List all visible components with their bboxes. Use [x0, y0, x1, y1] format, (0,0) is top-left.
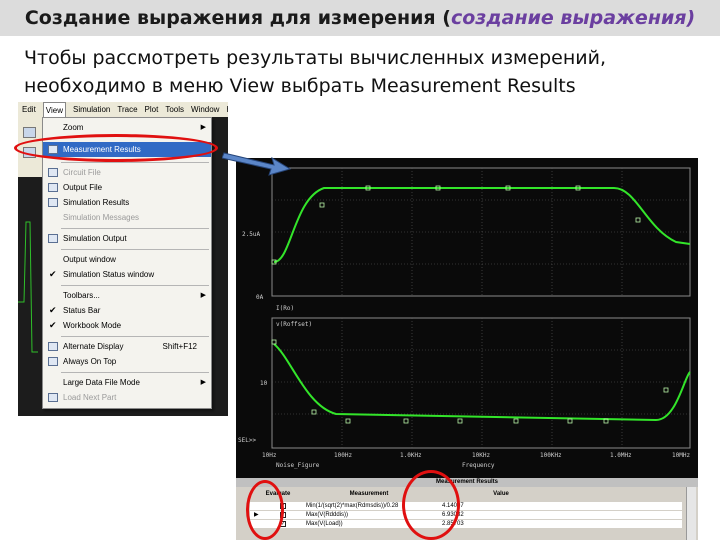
- x-axis-label: Frequency: [462, 462, 495, 469]
- x-tick-label: 10Hz: [262, 452, 277, 459]
- slide-title-main: Создание выражения для измерения (: [24, 7, 451, 29]
- top-trace-legend: I(Ro): [276, 305, 294, 312]
- bottom-plot-frame: [271, 317, 691, 449]
- alternate-display-icon: [48, 342, 58, 351]
- load-next-part-icon: [48, 393, 58, 402]
- simulation-output-icon: [48, 234, 58, 243]
- menu-item-simulation-output[interactable]: Simulation Output: [43, 231, 211, 246]
- menu-item-workbook-mode[interactable]: ✔ Workbook Mode: [43, 318, 211, 333]
- menu-item-output-file[interactable]: Output File: [43, 180, 211, 195]
- menu-item-output-window[interactable]: Output window: [43, 252, 211, 267]
- slide-title: Создание выражения для измерения (создан…: [0, 0, 720, 36]
- menu-item-toolbars[interactable]: Toolbars... ▶: [43, 288, 211, 303]
- body-line-1: Чтобы рассмотреть результаты вычисленных…: [24, 47, 606, 69]
- top-y-label: 2.5uA: [242, 231, 260, 238]
- body-line-2: необходимо в меню View выбрать Measureme…: [24, 75, 576, 97]
- x-tick-label: 10KHz: [472, 452, 490, 459]
- measurement-row[interactable]: ✓ Max(V(Load)) 2.85703: [250, 520, 682, 528]
- x-tick-label: 100Hz: [334, 452, 352, 459]
- menu-item-zoom[interactable]: Zoom ▶: [43, 120, 211, 135]
- highlight-ellipse-values: [402, 470, 460, 540]
- highlight-ellipse-evaluate: [246, 480, 284, 540]
- pointer-arrow-icon: [222, 152, 292, 176]
- shortcut-label: Shift+F12: [162, 342, 197, 351]
- menu-item-alternate-display[interactable]: Alternate Display Shift+F12: [43, 339, 211, 354]
- measurement-window-title: Measurement Results: [236, 478, 698, 487]
- bottom-trace-legend: Noise_Figure: [276, 462, 320, 469]
- menu-item-always-on-top[interactable]: Always On Top: [43, 354, 211, 369]
- x-tick-label: 100KHz: [540, 452, 562, 459]
- menu-item-status-bar[interactable]: ✔ Status Bar: [43, 303, 211, 318]
- bottom-plot-grid: [272, 318, 690, 448]
- bottom-trace-markers: [271, 339, 669, 424]
- menu-separator: [61, 249, 209, 250]
- scrollbar[interactable]: [686, 487, 696, 540]
- submenu-arrow-icon: ▶: [200, 292, 206, 299]
- menu-separator: [61, 228, 209, 229]
- slide-title-accent: создание выражения): [450, 7, 696, 29]
- menu-separator: [61, 162, 209, 163]
- menu-item-load-next-part[interactable]: Load Next Part: [43, 390, 211, 405]
- submenu-arrow-icon: ▶: [200, 379, 206, 386]
- menu-item-circuit-file[interactable]: Circuit File: [43, 165, 211, 180]
- bottom-legend: v(Roffset): [276, 321, 312, 328]
- measurement-row[interactable]: ✓ Min(1/(sqrt(2)*max(Rdmsdis))/0.28 4.14…: [250, 502, 682, 510]
- measurement-results-pane: Measurement Results Evaluate Measurement…: [236, 478, 698, 540]
- top-y-label: 0A: [256, 294, 264, 301]
- menu-item-simulation-messages[interactable]: Simulation Messages: [43, 210, 211, 225]
- menu-separator: [61, 285, 209, 286]
- bottom-y-label: 10: [260, 380, 268, 387]
- probe-plot-window: 2.5uA 0A I(Ro) 10 SEL>> 10Hz 100Hz 1.0KH…: [236, 158, 698, 478]
- bottom-y-label: SEL>>: [238, 437, 256, 444]
- pin-icon: [48, 357, 58, 366]
- submenu-arrow-icon: ▶: [200, 124, 206, 131]
- top-trace-markers: [271, 185, 641, 265]
- slide-body: Чтобы рассмотреть результаты вычисленных…: [24, 44, 704, 100]
- measurement-row[interactable]: ▶ ✓ Max(V(Rdddis)) 6.93032: [250, 511, 682, 519]
- simulation-results-icon: [48, 198, 58, 207]
- menu-item-simulation-status-window[interactable]: ✔ Simulation Status window: [43, 267, 211, 282]
- checkmark-icon: ✔: [49, 305, 57, 315]
- menu-separator: [61, 336, 209, 337]
- checkmark-icon: ✔: [49, 269, 57, 279]
- x-tick-label: 1.0MHz: [610, 452, 632, 459]
- menu-item-large-data-file-mode[interactable]: Large Data File Mode ▶: [43, 375, 211, 390]
- menu-item-simulation-results[interactable]: Simulation Results: [43, 195, 211, 210]
- probe-plot: 2.5uA 0A I(Ro) 10 SEL>> 10Hz 100Hz 1.0KH…: [238, 167, 691, 469]
- highlight-ellipse-menu: [14, 134, 218, 162]
- checkmark-icon: ✔: [49, 320, 57, 330]
- menu-separator: [61, 372, 209, 373]
- circuit-file-icon: [48, 168, 58, 177]
- output-file-icon: [48, 183, 58, 192]
- x-tick-label: 10MHz: [672, 452, 690, 459]
- x-tick-label: 1.0KHz: [400, 452, 422, 459]
